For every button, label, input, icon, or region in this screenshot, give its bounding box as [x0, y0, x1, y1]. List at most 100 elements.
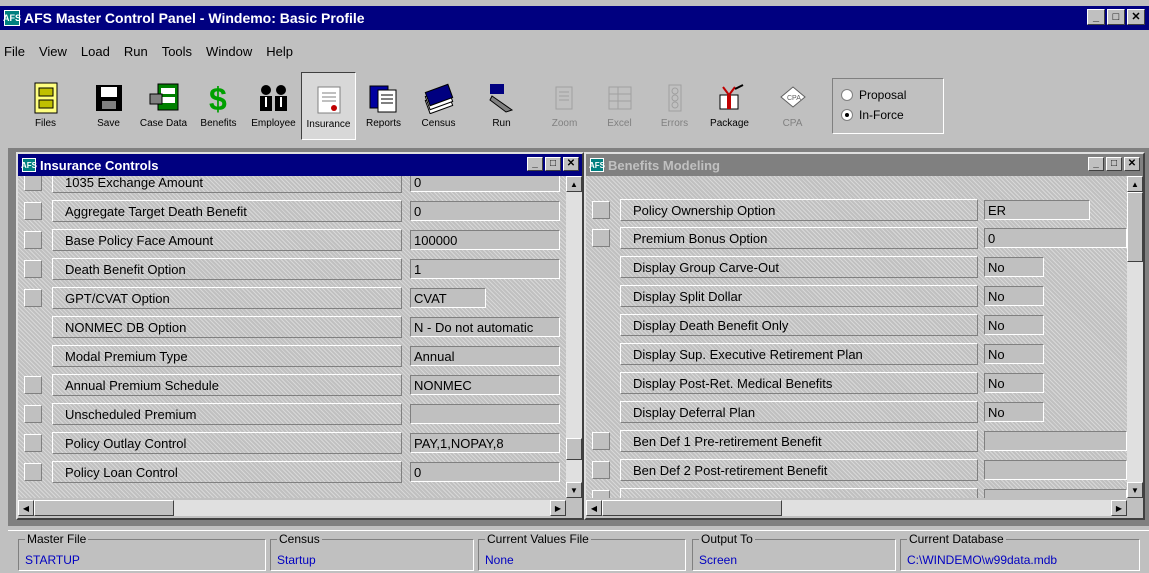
row-checkbox[interactable]	[24, 231, 42, 249]
in-force-radio[interactable]: In-Force	[841, 105, 935, 125]
row-value[interactable]: CVAT	[410, 288, 486, 308]
scroll-up-icon[interactable]: ▲	[1127, 176, 1143, 192]
package-icon	[712, 80, 748, 116]
close-button[interactable]: ✕	[1124, 157, 1140, 171]
row-checkbox[interactable]	[24, 202, 42, 220]
scroll-thumb[interactable]	[1127, 192, 1143, 262]
zoom-button[interactable]: Zoom	[537, 72, 592, 140]
main-title-bar[interactable]: AFS AFS Master Control Panel - Windemo: …	[0, 6, 1149, 30]
row-value[interactable]: No	[984, 344, 1044, 364]
row-value[interactable]: 100000	[410, 230, 560, 250]
menu-window[interactable]: Window	[206, 44, 252, 64]
menu-file[interactable]: File	[4, 44, 25, 64]
menu-view[interactable]: View	[39, 44, 67, 64]
row-checkbox[interactable]	[24, 376, 42, 394]
close-button[interactable]: ✕	[1127, 9, 1145, 25]
row-value[interactable]: No	[984, 402, 1044, 422]
row-checkbox[interactable]	[24, 289, 42, 307]
menu-run[interactable]: Run	[124, 44, 148, 64]
row-checkbox[interactable]	[592, 490, 610, 498]
row-value[interactable]: N - Do not automatic	[410, 317, 560, 337]
scroll-down-icon[interactable]: ▼	[1127, 482, 1143, 498]
errors-button[interactable]: Errors	[647, 72, 702, 140]
scroll-left-icon[interactable]: ◀	[18, 500, 34, 516]
insurance-horizontal-scrollbar[interactable]: ◀ ▶	[18, 500, 566, 516]
afs-app-icon[interactable]: AFS	[3, 10, 21, 26]
menu-tools[interactable]: Tools	[162, 44, 192, 64]
minimize-button[interactable]: _	[1087, 9, 1105, 25]
benefits-vertical-scrollbar[interactable]: ▲ ▼	[1127, 176, 1143, 498]
row-value[interactable]: 1	[410, 259, 560, 279]
scroll-right-icon[interactable]: ▶	[1111, 500, 1127, 516]
row-checkbox[interactable]	[24, 434, 42, 452]
scroll-right-icon[interactable]: ▶	[550, 500, 566, 516]
row-value[interactable]: No	[984, 373, 1044, 393]
row-value[interactable]: PAY,1,NOPAY,8	[410, 433, 560, 453]
cpa-icon: CPA	[775, 80, 811, 116]
case-data-label: Case Data	[139, 118, 188, 129]
row-checkbox[interactable]	[24, 176, 42, 191]
row-value[interactable]: No	[984, 286, 1044, 306]
reports-button[interactable]: Reports	[356, 72, 411, 140]
insurance-controls-title-bar[interactable]: AFS Insurance Controls _ □ ✕	[18, 154, 582, 176]
insurance-vertical-scrollbar[interactable]: ▲ ▼	[566, 176, 582, 498]
row-value[interactable]: Annual	[410, 346, 560, 366]
errors-icon	[657, 80, 693, 116]
row-value[interactable]: No	[984, 257, 1044, 277]
benefits-modeling-title-bar[interactable]: AFS Benefits Modeling _ □ ✕	[586, 154, 1143, 176]
insurance-controls-window: AFS Insurance Controls _ □ ✕ 1035 Exchan…	[16, 152, 584, 520]
scroll-thumb[interactable]	[566, 438, 582, 460]
row-value[interactable]	[984, 431, 1127, 451]
employee-button[interactable]: Employee	[246, 72, 301, 140]
maximize-button[interactable]: □	[1107, 9, 1125, 25]
row-checkbox[interactable]	[24, 463, 42, 481]
minimize-button[interactable]: _	[1088, 157, 1104, 171]
case-data-button[interactable]: Case Data	[136, 72, 191, 140]
maximize-button[interactable]: □	[545, 157, 561, 171]
benefits-horizontal-scrollbar[interactable]: ◀ ▶	[586, 500, 1127, 516]
menu-load[interactable]: Load	[81, 44, 110, 64]
files-button[interactable]: Files	[18, 72, 73, 140]
scroll-thumb[interactable]	[34, 500, 174, 516]
row-checkbox[interactable]	[24, 405, 42, 423]
save-button[interactable]: Save	[81, 72, 136, 140]
row-value[interactable]: 0	[984, 228, 1127, 248]
scroll-up-icon[interactable]: ▲	[566, 176, 582, 192]
excel-button[interactable]: Excel	[592, 72, 647, 140]
row-value[interactable]: 0	[410, 201, 560, 221]
radio-dot	[841, 89, 853, 101]
row-checkbox[interactable]	[24, 260, 42, 278]
close-button[interactable]: ✕	[563, 157, 579, 171]
row-value[interactable]: No	[984, 315, 1044, 335]
row-value[interactable]: NONMEC	[410, 375, 560, 395]
row-value[interactable]: 0	[410, 176, 560, 192]
maximize-button[interactable]: □	[1106, 157, 1122, 171]
row-label: Ben Def 1 Pre-retirement Benefit	[620, 430, 978, 452]
radio-dot-selected	[841, 109, 853, 121]
save-label: Save	[97, 118, 120, 129]
row-value[interactable]	[410, 404, 560, 424]
scroll-left-icon[interactable]: ◀	[586, 500, 602, 516]
row-checkbox[interactable]	[592, 432, 610, 450]
minimize-button[interactable]: _	[527, 157, 543, 171]
scroll-thumb[interactable]	[602, 500, 782, 516]
row-value[interactable]	[984, 460, 1127, 480]
row-checkbox[interactable]	[592, 201, 610, 219]
row-label: Display Death Benefit Only	[620, 314, 978, 336]
excel-label: Excel	[607, 118, 632, 129]
insurance-button[interactable]: Insurance	[301, 72, 356, 140]
row-value[interactable]: ER	[984, 200, 1090, 220]
run-button[interactable]: Run	[474, 72, 529, 140]
row-value[interactable]	[984, 489, 1127, 498]
row-checkbox[interactable]	[592, 229, 610, 247]
proposal-radio[interactable]: Proposal	[841, 85, 935, 105]
row-checkbox[interactable]	[592, 461, 610, 479]
census-button[interactable]: Census	[411, 72, 466, 140]
cpa-button[interactable]: CPA CPA	[765, 72, 820, 140]
scroll-down-icon[interactable]: ▼	[566, 482, 582, 498]
package-button[interactable]: Package	[702, 72, 757, 140]
row-label: Policy Loan Control	[52, 461, 402, 483]
benefits-button[interactable]: $ Benefits	[191, 72, 246, 140]
menu-help[interactable]: Help	[266, 44, 293, 64]
row-value[interactable]: 0	[410, 462, 560, 482]
